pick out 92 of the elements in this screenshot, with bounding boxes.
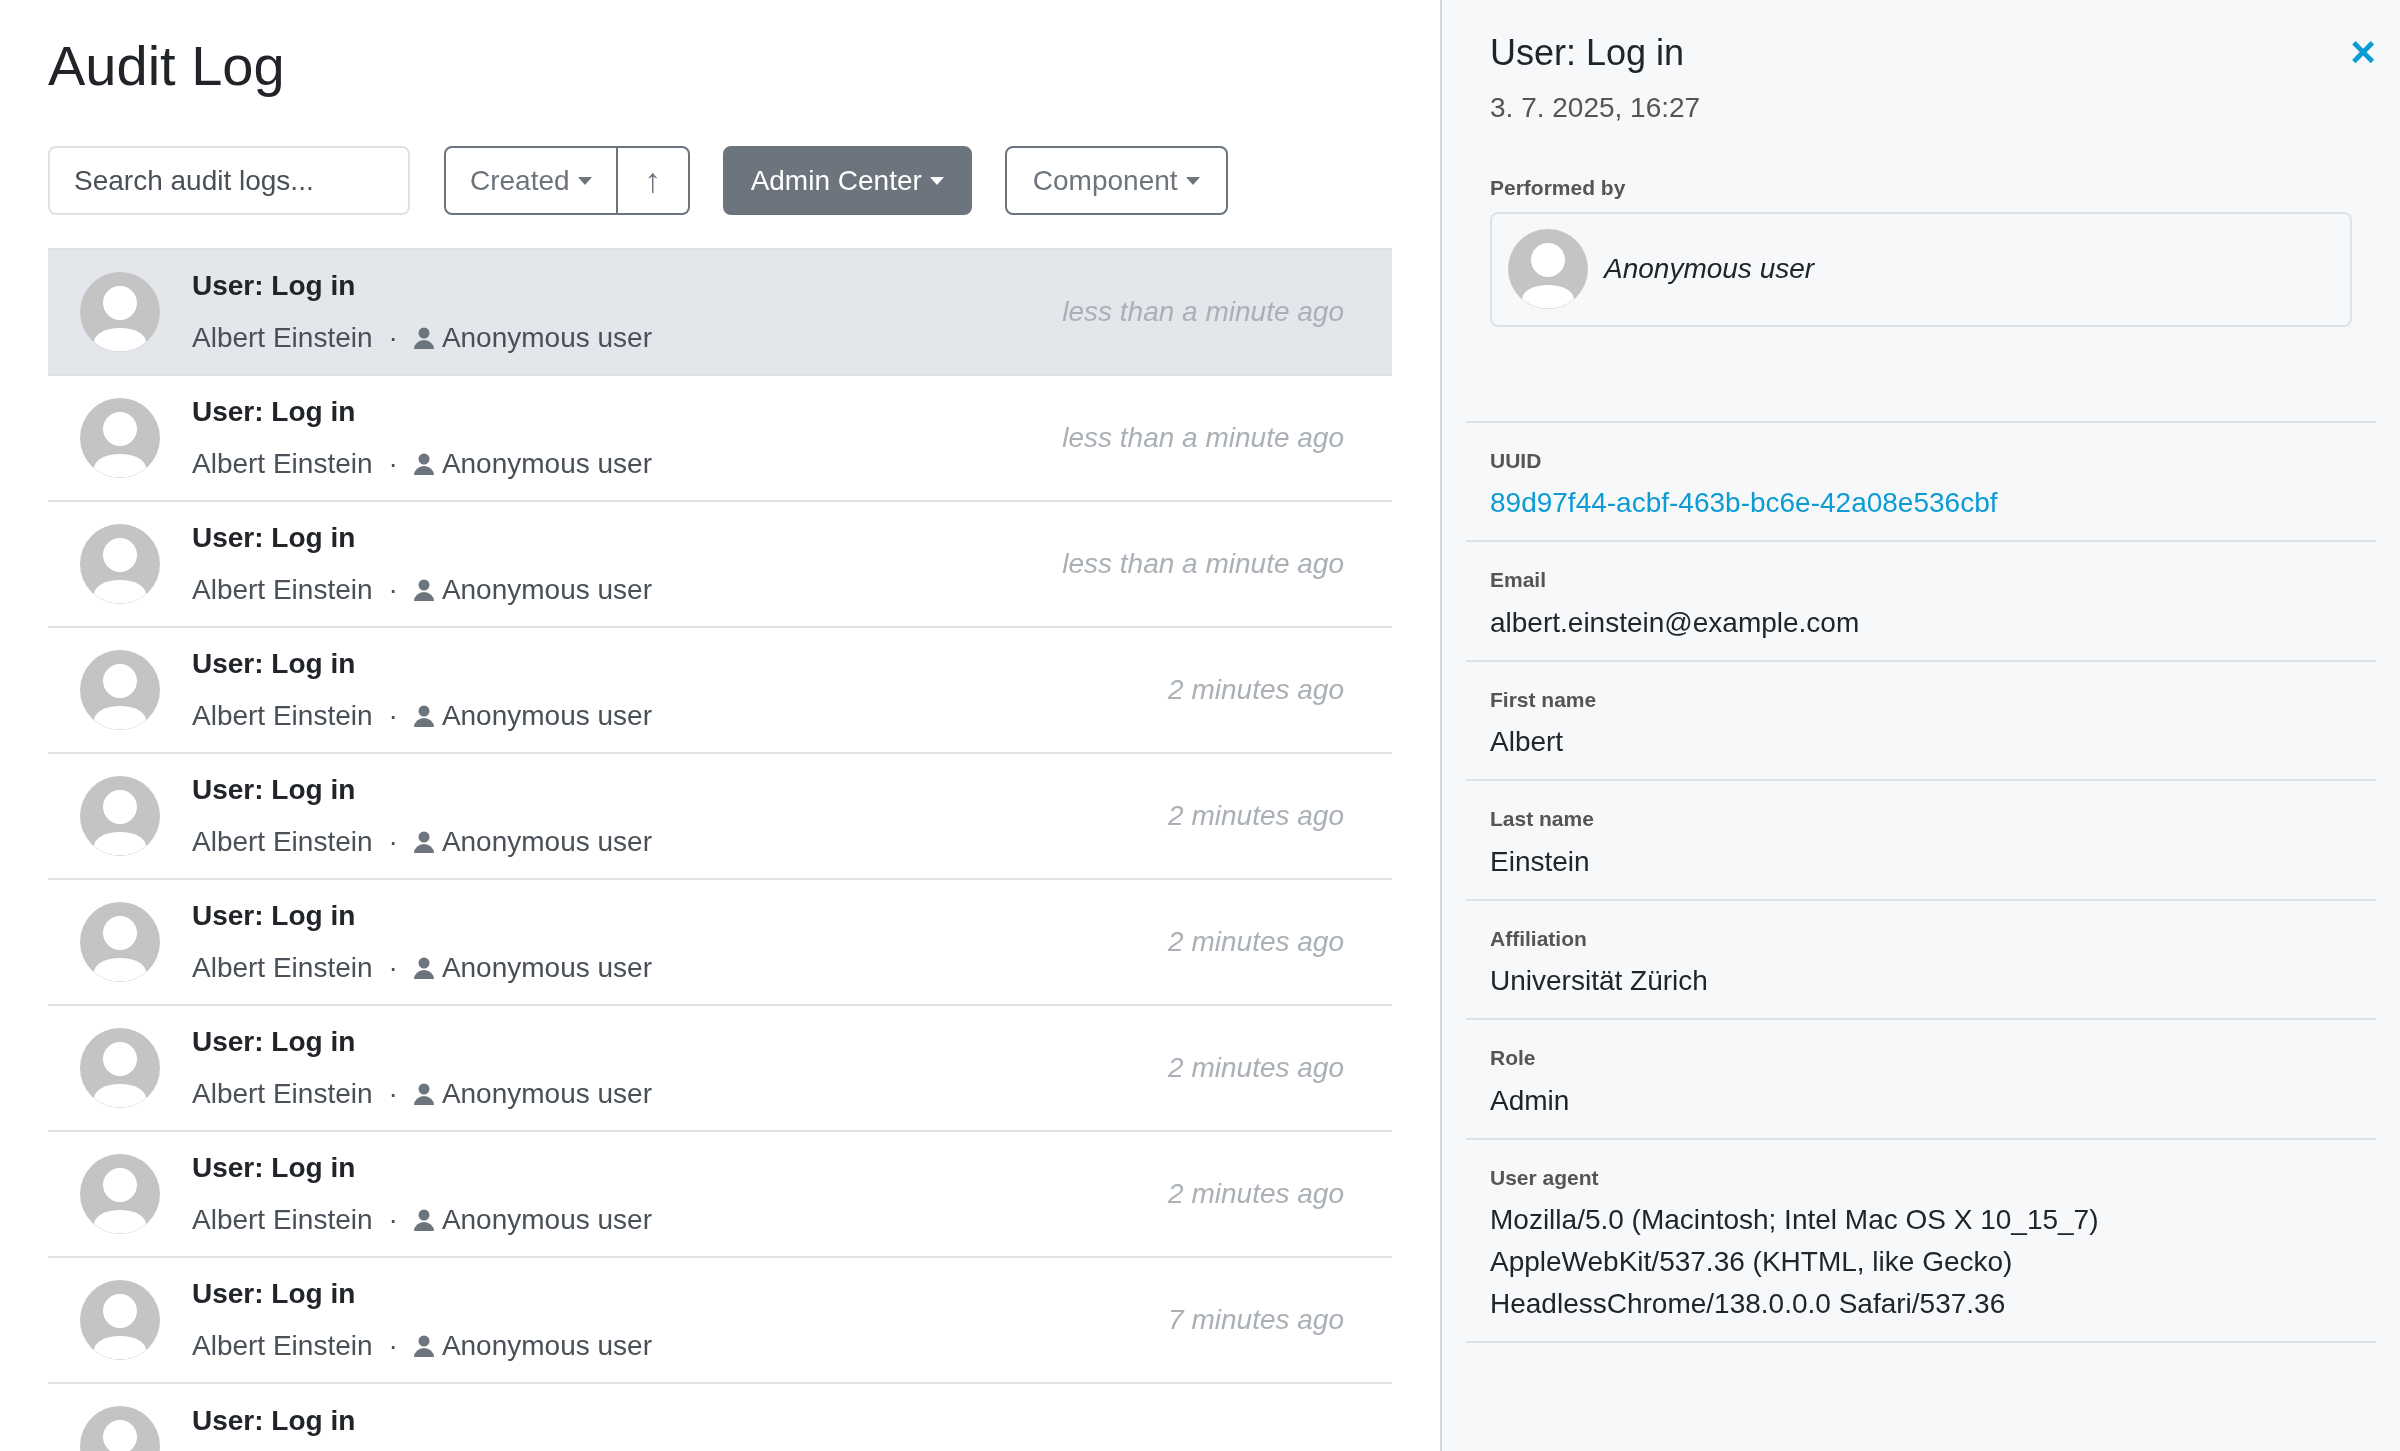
user-icon: [413, 831, 434, 853]
entry-user: Albert Einstein: [192, 699, 373, 733]
filter-dropdown[interactable]: Component: [1004, 146, 1228, 215]
separator-dot: ·: [388, 699, 398, 733]
log-entry[interactable]: User: Log in Albert Einstein · Anonymous user less than a minute ago: [48, 250, 1392, 376]
entry-actor: Anonymous user: [441, 951, 652, 985]
separator-dot: ·: [388, 1329, 398, 1363]
entry-actor: Anonymous user: [441, 321, 652, 355]
entry-time: 2 minutes ago: [1168, 1051, 1344, 1085]
entry-title: User: Log in: [192, 900, 356, 931]
avatar-icon: [80, 1028, 160, 1108]
filter-dropdown[interactable]: Admin Center: [722, 146, 972, 215]
entry-title: User: Log in: [192, 1026, 356, 1057]
entry-time: less than a minute ago: [1062, 421, 1344, 455]
avatar-icon: [80, 776, 160, 856]
entry-user: Albert Einstein: [192, 321, 373, 355]
detail-date: 3. 7. 2025, 16:27: [1490, 92, 1701, 123]
separator-dot: ·: [388, 951, 398, 985]
separator-dot: ·: [388, 447, 398, 481]
field-value: Einstein: [1490, 844, 1591, 879]
user-icon: [413, 1083, 434, 1105]
entry-user: Albert Einstein: [192, 573, 373, 607]
field-label: First name: [1490, 687, 1597, 711]
field-value: Mozilla/5.0 (Macintosh; Intel Mac OS X 10_15_7) AppleWebKit/537.36 (KHTML, like Gecko) HeadlessChrome/138.0.0.0 Safari/537.36: [1490, 1203, 2100, 1321]
avatar-icon: [80, 1154, 160, 1234]
entry-actor: Anonymous user: [441, 447, 652, 481]
field-label: Email: [1490, 568, 1547, 591]
field-label: Last name: [1490, 807, 1594, 830]
entry-actor: Anonymous user: [441, 825, 652, 859]
entry-user: Albert Einstein: [192, 1203, 373, 1237]
entry-actor: Anonymous user: [441, 1077, 652, 1111]
entry-title: User: Log in: [192, 396, 356, 427]
entry-title: User: Log in: [192, 1405, 356, 1436]
separator-dot: ·: [388, 1077, 398, 1111]
user-icon: [413, 453, 434, 475]
field-label: UUID: [1490, 448, 1542, 472]
entry-time: less than a minute ago: [1062, 295, 1344, 329]
entry-time: 7 minutes ago: [1168, 1303, 1344, 1337]
entry-actor: Anonymous user: [441, 1329, 652, 1363]
entry-user: Albert Einstein: [192, 447, 373, 481]
entry-title: User: Log in: [192, 270, 356, 301]
avatar-icon: [80, 1280, 160, 1360]
entry-actor: Anonymous user: [441, 1203, 652, 1237]
entry-title: User: Log in: [192, 1278, 356, 1309]
user-icon: [413, 579, 434, 601]
separator-dot: ·: [388, 825, 398, 859]
field-value: Admin: [1490, 1083, 1571, 1118]
entry-user: Albert Einstein: [192, 1077, 373, 1111]
avatar-icon: [80, 650, 160, 730]
entry-time: less than a minute ago: [1062, 547, 1344, 581]
entry-time: 2 minutes ago: [1168, 1177, 1344, 1211]
entry-user: Albert Einstein: [192, 825, 373, 859]
caret-icon: [577, 176, 592, 185]
avatar-icon: [80, 398, 160, 478]
avatar-icon: [80, 272, 160, 352]
field-label: User agent: [1490, 1165, 1599, 1189]
separator-dot: ·: [388, 321, 398, 355]
entry-title: User: Log in: [192, 774, 356, 805]
entry-title: User: Log in: [192, 522, 356, 553]
avatar-icon: [80, 902, 160, 982]
caret-icon: [929, 176, 944, 185]
field-value: Albert: [1490, 725, 1565, 759]
entry-title: User: Log in: [192, 1152, 356, 1183]
entry-actor: Anonymous user: [441, 699, 652, 733]
entry-user: Albert Einstein: [192, 1329, 373, 1363]
field-value: albert.einstein@example.com: [1490, 605, 1861, 640]
search-field[interactable]: Search audit logs...: [48, 146, 410, 215]
user-icon: [413, 1209, 434, 1231]
field-value: Universität Zürich: [1490, 964, 1709, 998]
separator-dot: ·: [388, 1203, 398, 1237]
entry-title: User: Log in: [192, 648, 356, 679]
field-label: Role: [1490, 1046, 1536, 1069]
user-icon: [413, 957, 434, 979]
sort-direction-button[interactable]: ↑: [617, 146, 690, 215]
field-label: Performed by: [1490, 176, 1626, 199]
avatar-icon: [1508, 229, 1588, 309]
avatar-icon: [80, 524, 160, 604]
page-title: Audit Log: [48, 34, 285, 98]
caret-icon: [1185, 176, 1200, 185]
entry-time: 2 minutes ago: [1168, 925, 1344, 959]
performer-name: Anonymous user: [1604, 252, 1815, 286]
separator-dot: ·: [388, 573, 398, 607]
entry-time: 2 minutes ago: [1168, 799, 1344, 833]
entry-time: 2 minutes ago: [1168, 673, 1344, 707]
field-label: Affiliation: [1490, 926, 1587, 950]
sort-dropdown[interactable]: Created: [444, 146, 618, 215]
entry-user: Albert Einstein: [192, 951, 373, 985]
entry-actor: Anonymous user: [441, 573, 652, 607]
user-icon: [413, 327, 434, 349]
user-icon: [413, 705, 434, 727]
detail-title: User: Log in: [1490, 31, 1685, 75]
user-icon: [413, 1335, 434, 1357]
